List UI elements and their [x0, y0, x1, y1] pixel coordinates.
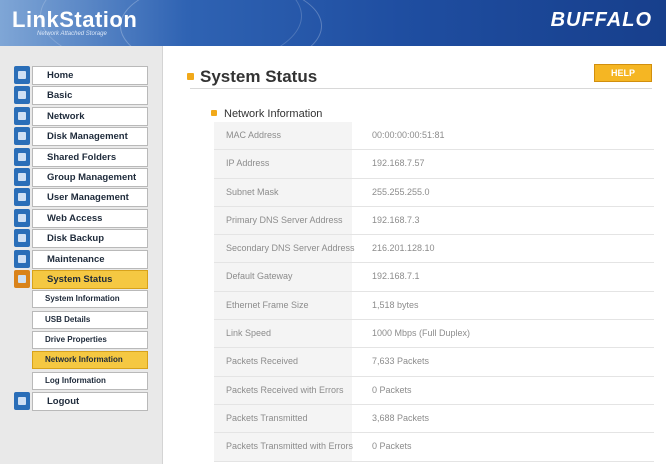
user-icon — [14, 188, 30, 207]
buffalo-logo: BUFFALO — [550, 9, 652, 31]
subitem-label[interactable]: System Information — [32, 290, 148, 309]
basic-icon — [14, 86, 30, 105]
table-row: Primary DNS Server Address 192.168.7.3 — [214, 206, 654, 236]
table-row: Packets Received with Errors 0 Packets — [214, 376, 654, 405]
sidebar-item-label[interactable]: Home — [32, 66, 148, 85]
subitem-log-information[interactable]: Log Information — [32, 371, 150, 390]
header-decoration — [120, 0, 322, 46]
sidebar-item-group-management[interactable]: Group Management — [14, 167, 150, 187]
row-key: Link Speed — [214, 320, 352, 348]
sidebar-item-label[interactable]: Disk Backup — [32, 229, 148, 249]
sidebar-item-system-status[interactable]: System Status — [14, 269, 150, 289]
folder-icon — [14, 147, 30, 166]
subitem-label[interactable]: Network Information — [32, 351, 148, 370]
sidebar-item-user-management[interactable]: User Management — [14, 188, 150, 208]
row-value: 00:00:00:00:51:81 — [372, 130, 445, 140]
table-row: Packets Received 7,633 Packets — [214, 348, 654, 377]
sidebar-item-shared-folders[interactable]: Shared Folders — [14, 147, 150, 167]
globe-icon — [14, 208, 30, 227]
subitem-network-information[interactable]: Network Information — [32, 351, 150, 370]
subitem-label[interactable]: Log Information — [32, 371, 148, 390]
row-key: Packets Received — [214, 348, 352, 376]
row-key: Secondary DNS Server Address — [214, 235, 355, 263]
help-button[interactable]: HELP — [594, 64, 652, 82]
sidebar: Home Basic Network Disk Management Share… — [0, 46, 163, 464]
title-bullet-icon — [187, 73, 194, 80]
row-value: 1,518 bytes — [372, 299, 419, 310]
disk-icon — [14, 127, 30, 146]
row-value: 192.168.7.3 — [372, 214, 420, 225]
row-value: 216.201.128.10 — [372, 243, 435, 254]
sidebar-item-label[interactable]: Group Management — [32, 167, 148, 187]
sidebar-item-network[interactable]: Network — [14, 106, 150, 126]
subitem-label[interactable]: USB Details — [32, 310, 148, 329]
table-row: Packets Transmitted with Errors 0 Packet… — [214, 433, 654, 462]
table-row: IP Address 192.168.7.57 — [214, 150, 654, 179]
backup-icon — [14, 229, 30, 248]
table-row: Secondary DNS Server Address 216.201.128… — [214, 235, 654, 264]
sidebar-item-home[interactable]: Home — [14, 66, 150, 85]
sidebar-item-label[interactable]: Maintenance — [32, 249, 148, 269]
subitem-usb-details[interactable]: USB Details — [32, 310, 150, 329]
row-key: Default Gateway — [214, 263, 352, 291]
table-row: MAC Address 00:00:00:00:51:81 — [214, 122, 654, 151]
subitem-system-information[interactable]: System Information — [32, 290, 150, 309]
row-value: 0 Packets — [372, 441, 412, 452]
subitem-drive-properties[interactable]: Drive Properties — [32, 331, 150, 350]
row-key: IP Address — [214, 150, 352, 178]
sidebar-item-label[interactable]: Logout — [32, 392, 148, 412]
sidebar-item-disk-management[interactable]: Disk Management — [14, 127, 150, 147]
logout-icon — [14, 392, 30, 411]
table-row: Default Gateway 192.168.7.1 — [214, 263, 654, 292]
row-key: Subnet Mask — [214, 178, 352, 206]
sidebar-item-label[interactable]: Shared Folders — [32, 147, 148, 167]
header-banner: LinkStation Network Attached Storage BUF… — [0, 0, 666, 46]
tools-icon — [14, 249, 30, 268]
row-value: 192.168.7.1 — [372, 271, 420, 282]
subitem-label[interactable]: Drive Properties — [32, 331, 148, 350]
row-value: 3,688 Packets — [372, 412, 430, 423]
row-value: 0 Packets — [372, 384, 412, 395]
table-row: Ethernet Frame Size 1,518 bytes — [214, 291, 654, 321]
chart-icon — [14, 269, 30, 288]
network-icon — [14, 106, 30, 125]
home-icon — [14, 66, 30, 84]
sidebar-item-label[interactable]: User Management — [32, 188, 148, 208]
network-info-table: MAC Address 00:00:00:00:51:81 IP Address… — [214, 122, 654, 462]
row-key: Primary DNS Server Address — [214, 206, 352, 235]
table-row: Packets Transmitted 3,688 Packets — [214, 404, 654, 434]
logo-subtitle: Network Attached Storage — [37, 31, 107, 37]
table-row: Subnet Mask 255.255.255.0 — [214, 178, 654, 207]
sidebar-item-label[interactable]: Disk Management — [32, 127, 148, 147]
group-icon — [14, 167, 30, 186]
sidebar-item-maintenance[interactable]: Maintenance — [14, 249, 150, 269]
linkstation-logo: LinkStation — [12, 7, 138, 32]
sidebar-item-label[interactable]: Web Access — [32, 208, 148, 228]
row-value: 1000 Mbps (Full Duplex) — [372, 328, 471, 339]
row-key: Ethernet Frame Size — [214, 291, 352, 320]
section-bullet-icon — [211, 110, 217, 116]
row-value: 7,633 Packets — [372, 356, 430, 367]
sidebar-item-label[interactable]: Basic — [32, 86, 148, 106]
sidebar-item-label[interactable]: System Status — [32, 269, 148, 289]
row-key: Packets Received with Errors — [214, 376, 352, 404]
sidebar-item-web-access[interactable]: Web Access — [14, 208, 150, 228]
title-divider — [190, 88, 652, 89]
sidebar-item-label[interactable]: Network — [32, 106, 148, 126]
page-title: System Status — [200, 67, 318, 86]
row-value: 255.255.255.0 — [372, 186, 430, 197]
row-key: MAC Address — [214, 122, 352, 150]
row-value: 192.168.7.57 — [372, 158, 425, 169]
sidebar-menu: Home Basic Network Disk Management Share… — [14, 66, 150, 413]
row-key: Packets Transmitted with Errors — [214, 433, 353, 461]
sidebar-item-logout[interactable]: Logout — [14, 392, 150, 412]
sidebar-item-basic[interactable]: Basic — [14, 86, 150, 106]
section-title: Network Information — [224, 108, 323, 120]
sidebar-item-disk-backup[interactable]: Disk Backup — [14, 229, 150, 249]
table-row: Link Speed 1000 Mbps (Full Duplex) — [214, 320, 654, 349]
row-key: Packets Transmitted — [214, 404, 352, 433]
